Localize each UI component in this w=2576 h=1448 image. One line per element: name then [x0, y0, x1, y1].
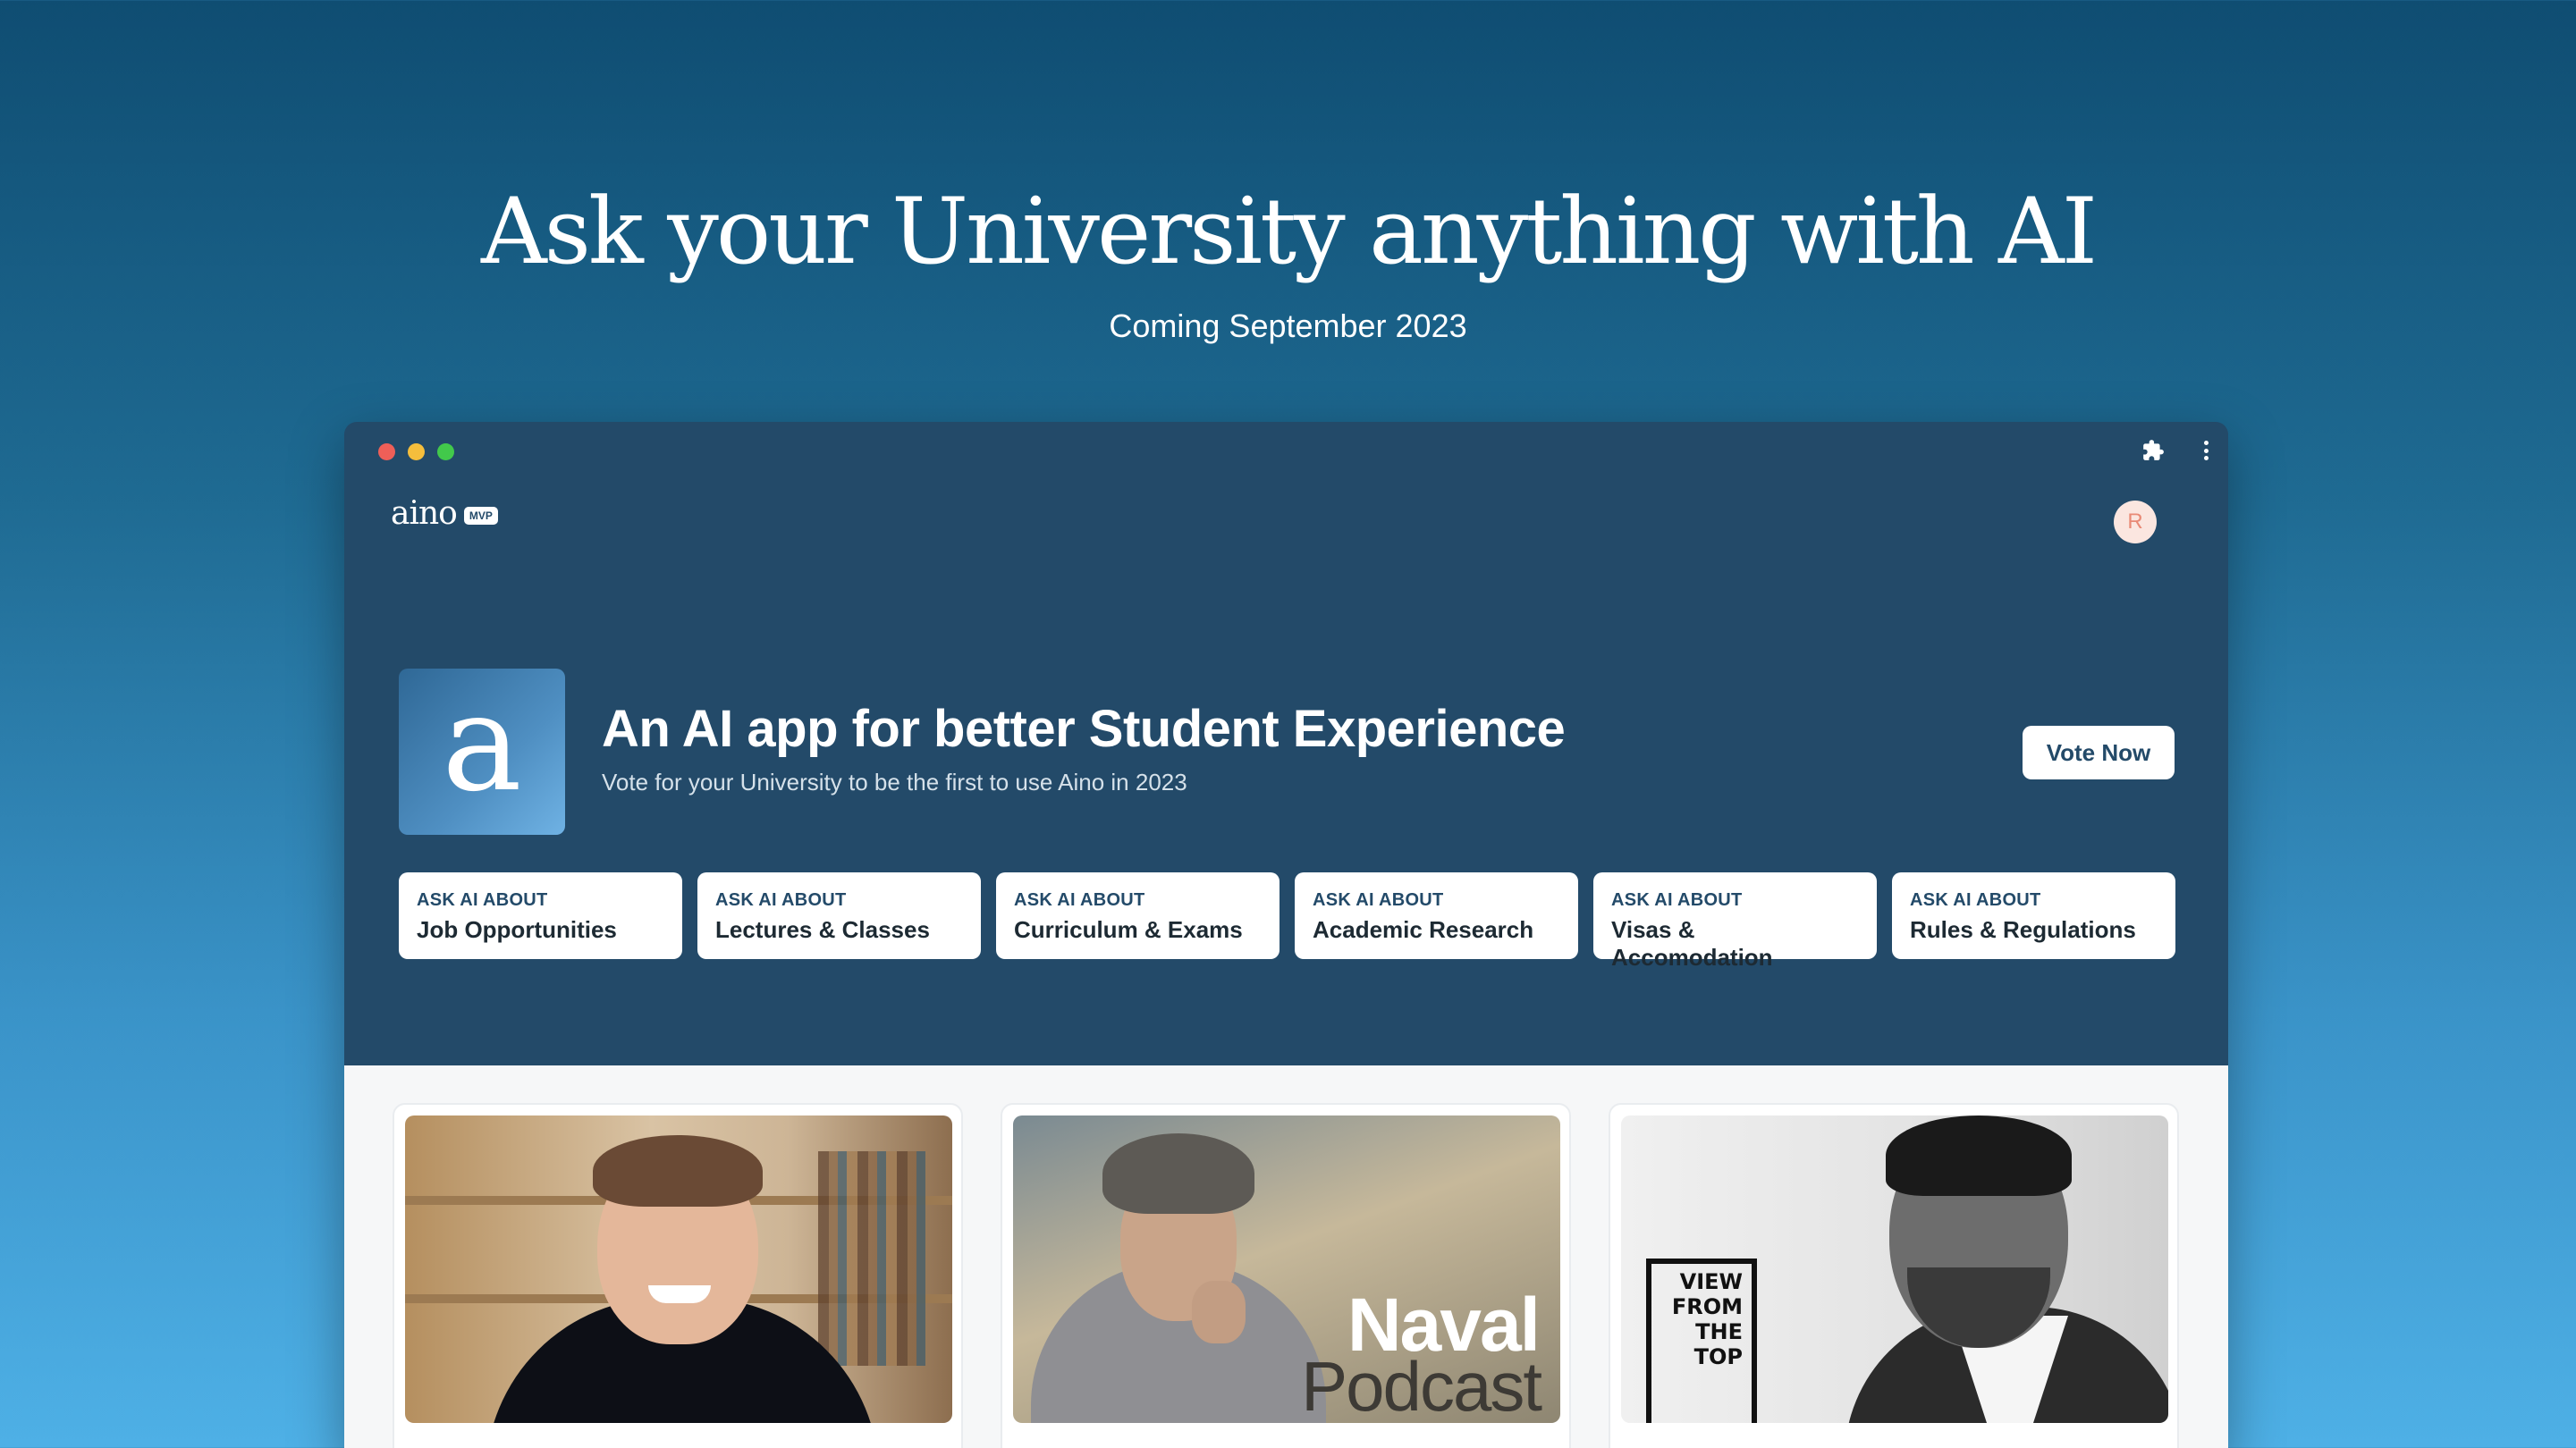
content-card[interactable]: Naval Podcast [1001, 1103, 1571, 1448]
topic-label: Job Opportunities [417, 916, 617, 943]
maximize-window-button[interactable] [437, 443, 454, 460]
sign-line: THE [1695, 1319, 1743, 1344]
topic-list: ASK AI ABOUT Job Opportunities ASK AI AB… [399, 872, 2175, 971]
topic-card-curriculum-exams[interactable]: ASK AI ABOUT Curriculum & Exams [996, 872, 1280, 959]
user-avatar[interactable]: R [2114, 501, 2157, 543]
topic-label: Academic Research [1313, 916, 1534, 943]
content-area: Naval Podcast VIEW FROM THE TOP [344, 1065, 2228, 1448]
topic-card-rules-regulations[interactable]: ASK AI ABOUT Rules & Regulations [1892, 872, 2175, 959]
sign-line: TOP [1693, 1344, 1743, 1369]
hero-title: Ask your University anything with AI [481, 179, 2098, 285]
naval-podcast-cover: Naval Podcast [1013, 1115, 1560, 1423]
person-bookshelf-photo [405, 1115, 952, 1423]
puzzle-icon[interactable] [2141, 438, 2166, 463]
topic-card-lectures-classes[interactable]: ASK AI ABOUT Lectures & Classes [697, 872, 981, 959]
sign-line: VIEW [1679, 1269, 1743, 1294]
brand-wordmark: aino [391, 495, 458, 532]
minimize-window-button[interactable] [408, 443, 425, 460]
topic-card-visas-accomodation[interactable]: ASK AI ABOUT Visas & Accomodation [1593, 872, 1877, 971]
app-title: An AI app for better Student Experience [602, 700, 1566, 758]
app-logo-letter: a [442, 666, 522, 821]
window-toolbar-icons [2141, 438, 2210, 463]
app-subtitle: Vote for your University to be the first… [602, 769, 1187, 796]
topic-label: Lectures & Classes [715, 916, 930, 943]
podcast-title-line2: Podcast [1301, 1347, 1542, 1423]
topic-kicker: ASK AI ABOUT [1611, 890, 1743, 910]
topic-kicker: ASK AI ABOUT [715, 890, 847, 910]
browser-window: aino MVP R a An AI app for better Studen… [344, 422, 2228, 1448]
topic-kicker: ASK AI ABOUT [1014, 890, 1145, 910]
view-from-the-top-sign: VIEW FROM THE TOP [1646, 1259, 1757, 1423]
topic-label: Rules & Regulations [1910, 916, 2136, 943]
mvp-badge: MVP [463, 506, 498, 525]
window-controls [378, 443, 454, 460]
topic-kicker: ASK AI ABOUT [1313, 890, 1444, 910]
content-card[interactable] [393, 1103, 963, 1448]
topic-kicker: ASK AI ABOUT [417, 890, 548, 910]
topic-card-job-opportunities[interactable]: ASK AI ABOUT Job Opportunities [399, 872, 682, 959]
kebab-menu-icon[interactable] [2201, 438, 2210, 463]
content-card[interactable]: VIEW FROM THE TOP [1609, 1103, 2179, 1448]
hero-subtitle: Coming September 2023 [1109, 307, 1467, 344]
vote-now-button[interactable]: Vote Now [2023, 726, 2175, 779]
topic-kicker: ASK AI ABOUT [1910, 890, 2041, 910]
sign-line: FROM [1671, 1294, 1743, 1319]
app-logo: a [399, 669, 565, 835]
card-grid: Naval Podcast VIEW FROM THE TOP [393, 1103, 2179, 1448]
close-window-button[interactable] [378, 443, 395, 460]
brand-logo[interactable]: aino MVP [391, 495, 498, 532]
topic-label: Visas & Accomodation [1611, 916, 1773, 971]
topic-card-academic-research[interactable]: ASK AI ABOUT Academic Research [1295, 872, 1578, 959]
topic-label: Curriculum & Exams [1014, 916, 1243, 943]
view-from-the-top-portrait: VIEW FROM THE TOP [1621, 1115, 2168, 1423]
